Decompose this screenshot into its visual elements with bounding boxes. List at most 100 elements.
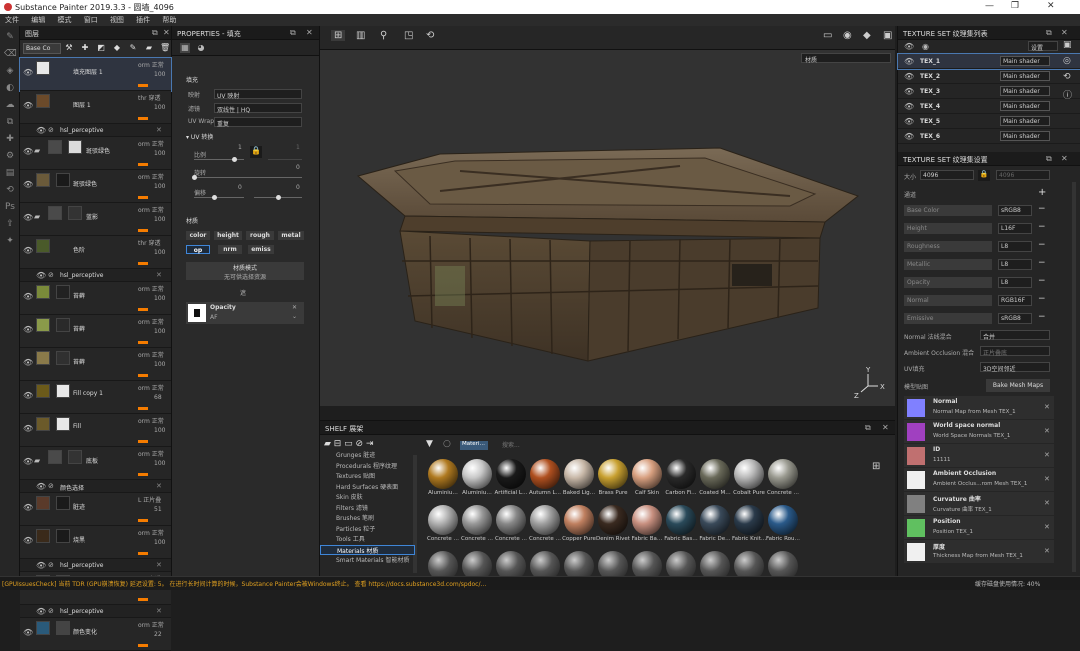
visibility-icon[interactable]: 👁 (904, 42, 914, 51)
material-thumbnail[interactable] (766, 550, 800, 576)
channel-height-button[interactable]: height (214, 231, 242, 240)
blend-mode[interactable]: orm 正常 (138, 449, 164, 458)
visibility-icon[interactable]: 👁 (23, 503, 33, 512)
filter-tag[interactable]: Materi… (460, 441, 488, 450)
visibility-icon[interactable]: 👁 (23, 101, 33, 110)
effect-row[interactable]: 👁 ⊘ 颜色选择 ✕ (20, 480, 171, 493)
texture-set-row[interactable]: 👁 TEX_1 Main shader (897, 53, 1080, 70)
visibility-icon[interactable]: 👁 (23, 68, 33, 77)
add-folder-icon[interactable]: ▰ (144, 43, 154, 53)
material-thumbnail[interactable] (732, 550, 766, 576)
opacity-value[interactable]: 100 (154, 150, 165, 157)
visibility-icon[interactable]: 👁 (904, 72, 914, 81)
opacity-value[interactable]: 100 (154, 539, 165, 546)
channel-format-select[interactable]: L8 (998, 241, 1032, 252)
channel-name[interactable]: Base Color (904, 205, 992, 216)
normal-mix-select[interactable]: 合并 (980, 330, 1050, 341)
material-thumbnail[interactable]: Concrete … (426, 504, 460, 549)
layer-row[interactable]: 👁 图层 1 thr 穿透 100 (20, 91, 171, 124)
shelf-category[interactable]: Textures 贴图 (320, 471, 415, 482)
blend-mode[interactable]: orm 正常 (138, 317, 164, 326)
channel-format-select[interactable]: L16F (998, 223, 1032, 234)
baked-map-slot[interactable]: Curvature 曲率 Curvature 曲率 TEX_1 ✕ (904, 492, 1054, 515)
offset-knob-2[interactable] (276, 195, 281, 200)
opacity-value[interactable]: 100 (154, 249, 165, 256)
material-thumbnail[interactable]: Fabric Rou… (766, 504, 800, 549)
effect-row[interactable]: 👁 ⊘ hsl_perceptive ✕ (20, 559, 171, 572)
material-thumbnail[interactable] (664, 550, 698, 576)
visibility-icon[interactable]: 👁 (23, 292, 33, 301)
channel-name[interactable]: Height (904, 223, 992, 234)
screenshot-icon[interactable]: ▣ (883, 30, 892, 41)
shelf-category[interactable]: Materials 材质 (320, 544, 415, 555)
channel-emiss-button[interactable]: emiss (248, 245, 274, 254)
rotation-knob[interactable] (192, 175, 197, 180)
baked-map-slot[interactable]: Normal Normal Map from Mesh TEX_1 ✕ (904, 396, 1054, 419)
blend-mode[interactable]: thr 穿透 (138, 238, 161, 247)
baked-map-slot[interactable]: World space normal World Space Normals TE… (904, 420, 1054, 443)
close-panel-icon[interactable]: ✕ (163, 28, 170, 37)
settings-scrollbar[interactable] (1072, 182, 1076, 572)
opacity-close-icon[interactable]: ✕ (292, 304, 297, 311)
remove-effect-icon[interactable]: ✕ (156, 607, 162, 615)
blend-mode[interactable]: orm 正常 (138, 416, 164, 425)
clone-icon[interactable]: ⧉ (4, 116, 16, 128)
add-effect-icon[interactable]: ✚ (80, 43, 90, 53)
visibility-icon[interactable]: 👁 (23, 213, 33, 222)
opacity-expand-icon[interactable]: ⌄ (292, 313, 297, 320)
opacity-value[interactable]: 51 (154, 506, 162, 513)
remove-effect-icon[interactable]: ✕ (156, 482, 162, 490)
visibility-icon[interactable]: 👁 (23, 628, 33, 637)
layer-row[interactable]: 👁 斑驳绿色 orm 正常 100 (20, 170, 171, 203)
paint-brush-icon[interactable]: ✎ (4, 31, 16, 43)
visibility-icon[interactable]: 👁 (36, 271, 46, 280)
blend-mode[interactable]: orm 正常 (138, 620, 164, 629)
material-thumbnail[interactable]: Concrete … (528, 504, 562, 549)
remove-map-icon[interactable]: ✕ (1044, 427, 1050, 435)
geometry-mask-icon[interactable]: ◐ (4, 82, 16, 94)
close-panel-icon[interactable]: ✕ (882, 423, 889, 432)
remove-channel-icon[interactable]: − (1038, 204, 1046, 214)
material-thumbnail[interactable]: Carbon Fi… (664, 458, 698, 503)
uvwrap-select[interactable]: 重复 (214, 117, 302, 128)
filter-select[interactable]: 双线性 | HQ (214, 103, 302, 114)
shelf-category[interactable]: Filters 滤镜 (320, 503, 415, 514)
lock-icon[interactable]: 🔒 (250, 146, 262, 158)
shelf-category[interactable]: Tools 工具 (320, 534, 415, 545)
visibility-icon[interactable]: 👁 (36, 561, 46, 570)
shelf-category[interactable]: Procedurals 程序纹理 (320, 461, 415, 472)
grid-view-icon[interactable]: ⊞ (331, 30, 346, 41)
baked-map-slot[interactable]: ID 11111 ✕ (904, 444, 1054, 467)
visibility-icon[interactable]: 👁 (36, 607, 46, 616)
visibility-icon[interactable]: 👁 (23, 424, 33, 433)
material-thumbnail[interactable] (596, 550, 630, 576)
smudge-icon[interactable]: ☁ (4, 99, 16, 111)
material-thumbnail[interactable] (426, 550, 460, 576)
render-icon[interactable]: ◆ (863, 30, 871, 41)
layer-row[interactable]: 👁 填充图层 1 orm 正常 100 (19, 57, 172, 92)
material-thumbnail[interactable] (562, 550, 596, 576)
fill-tab-icon[interactable]: ▦ (180, 43, 190, 53)
material-thumbnail[interactable] (460, 550, 494, 576)
environment-icon[interactable]: ◉ (843, 30, 852, 41)
material-thumbnail[interactable]: Fabric Ba… (630, 504, 664, 549)
opacity-value[interactable]: 100 (154, 328, 165, 335)
material-thumbnail[interactable]: Copper Pure (562, 504, 596, 549)
material-mode-box[interactable]: 材质模式 无可供选择资源 (186, 262, 304, 281)
rotation-slider[interactable] (194, 177, 302, 178)
shader-select[interactable]: Main shader (1000, 116, 1050, 126)
shader-select[interactable]: Main shader (1000, 56, 1050, 66)
opacity-value[interactable]: 100 (154, 216, 165, 223)
shader-select[interactable]: Main shader (1000, 131, 1050, 141)
visibility-icon[interactable]: 👁 (36, 482, 46, 491)
projection-icon[interactable]: ◈ (4, 65, 16, 77)
add-channel-icon[interactable]: + (1038, 187, 1046, 198)
visibility-icon[interactable]: 👁 (904, 102, 914, 111)
log-icon[interactable]: ⓘ (1063, 88, 1080, 101)
visibility-icon[interactable]: 👁 (23, 147, 33, 156)
layer-row[interactable]: 👁 苔藓 orm 正常 100 (20, 348, 171, 381)
opacity-value[interactable]: 100 (154, 427, 165, 434)
channel-select[interactable]: Base Co (23, 43, 61, 54)
layer-row[interactable]: 👁 颜色变化 orm 正常 22 (20, 618, 171, 651)
projection-select[interactable]: UV 映射 (214, 89, 302, 100)
